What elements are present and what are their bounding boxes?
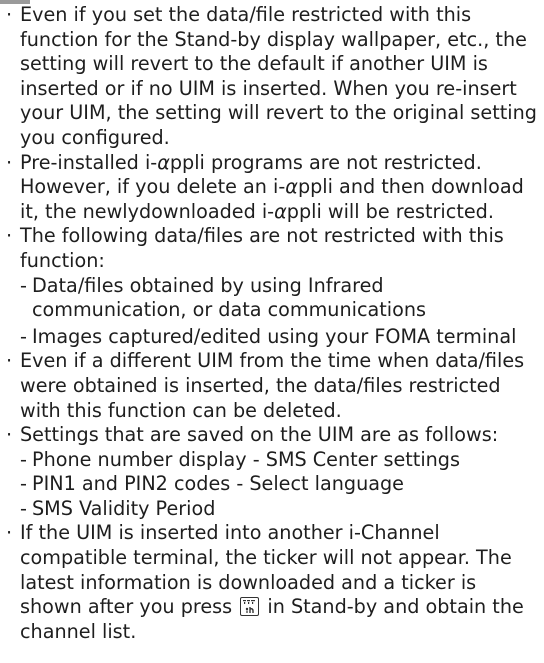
note-item: Settings that are saved on the UIM are a… xyxy=(6,423,542,448)
alpha-symbol: α xyxy=(274,199,287,223)
note-item: Pre-installed i-αppli programs are not r… xyxy=(6,151,542,225)
sub-text: SMS Validity Period xyxy=(32,496,216,520)
note-item: If the UIM is inserted into another i-Ch… xyxy=(6,521,542,644)
alpha-symbol: α xyxy=(285,175,298,199)
note-text: ppli will be restricted. xyxy=(286,199,494,223)
dash-marker: - xyxy=(20,324,27,348)
sub-text: PIN1 and PIN2 codes - Select language xyxy=(32,472,404,496)
dash-marker: - xyxy=(20,273,27,297)
sub-item: - PIN1 and PIN2 codes - Select language xyxy=(6,472,542,497)
note-item: Even if you set the data/file restricted… xyxy=(6,3,542,151)
sub-text: Images captured/edited using your FOMA t… xyxy=(32,324,517,348)
i-channel-key-icon xyxy=(240,597,260,617)
note-text: Settings that are saved on the UIM are a… xyxy=(20,423,499,447)
note-item: The following data/files are not restric… xyxy=(6,224,542,273)
dash-marker: - xyxy=(20,447,27,471)
note-item: Even if a different UIM from the time wh… xyxy=(6,349,542,423)
note-text: Pre-installed i- xyxy=(20,150,158,174)
sub-item: - Data/files obtained by using Infrared … xyxy=(6,274,542,323)
notes-body: Even if you set the data/file restricted… xyxy=(6,3,542,644)
dash-marker: - xyxy=(20,496,27,520)
sub-text: Phone number display - SMS Center settin… xyxy=(32,447,460,471)
note-text: Even if a different UIM from the time wh… xyxy=(20,349,525,422)
sub-item: - Phone number display - SMS Center sett… xyxy=(6,448,542,473)
note-text: The following data/files are not restric… xyxy=(20,224,504,272)
dash-marker: - xyxy=(20,472,27,496)
alpha-symbol: α xyxy=(157,150,170,174)
sub-item: - Images captured/edited using your FOMA… xyxy=(6,325,542,350)
sub-item: - SMS Validity Period xyxy=(6,497,542,522)
note-text: Even if you set the data/file restricted… xyxy=(20,3,537,149)
sub-text: Data/files obtained by using Infrared co… xyxy=(32,273,427,322)
